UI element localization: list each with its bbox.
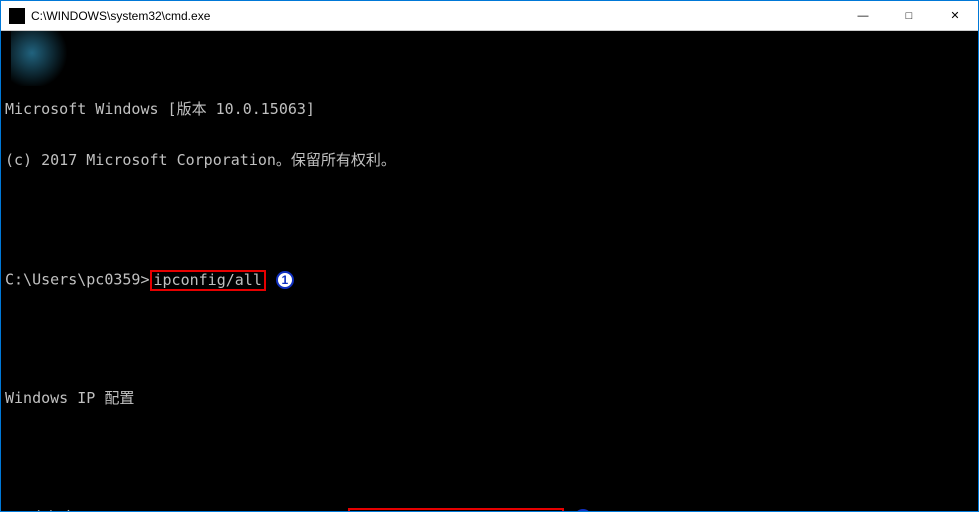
prompt-line: C:\Users\pc0359>ipconfig/all 1 (5, 271, 974, 288)
host-line: 主机名 . . . . . . . . . . . . . : DESKTOP-… (5, 509, 974, 511)
watermark-ghost (11, 31, 81, 86)
cmd-window: C:\WINDOWS\system32\cmd.exe — □ ✕ Micros… (0, 0, 979, 512)
marker-2: 2 (574, 509, 592, 511)
section-ipconfig: Windows IP 配置 (5, 390, 974, 407)
copyright-line: (c) 2017 Microsoft Corporation。保留所有权利。 (5, 152, 974, 169)
host-label: 主机名 . . . . . . . . . . . . . : (5, 509, 348, 512)
maximize-button[interactable]: □ (886, 1, 932, 31)
close-icon: ✕ (950, 9, 959, 22)
close-button[interactable]: ✕ (932, 1, 978, 31)
cmd-icon (9, 8, 25, 24)
command-highlight: ipconfig/all (150, 270, 266, 291)
titlebar[interactable]: C:\WINDOWS\system32\cmd.exe — □ ✕ (1, 1, 978, 31)
maximize-icon: □ (906, 10, 913, 22)
host-highlight: DESKTOP-7ETGFQH-huangbo (348, 508, 564, 512)
host-value: DESKTOP-7ETGFQH-huangbo (352, 509, 560, 512)
minimize-icon: — (858, 10, 869, 22)
terminal-output[interactable]: Microsoft Windows [版本 10.0.15063] (c) 20… (1, 31, 978, 511)
banner-line: Microsoft Windows [版本 10.0.15063] (5, 101, 974, 118)
prompt-prefix: C:\Users\pc0359> (5, 271, 150, 289)
minimize-button[interactable]: — (840, 1, 886, 31)
window-title: C:\WINDOWS\system32\cmd.exe (31, 9, 210, 23)
command-text: ipconfig/all (154, 271, 262, 289)
marker-1: 1 (276, 271, 294, 289)
